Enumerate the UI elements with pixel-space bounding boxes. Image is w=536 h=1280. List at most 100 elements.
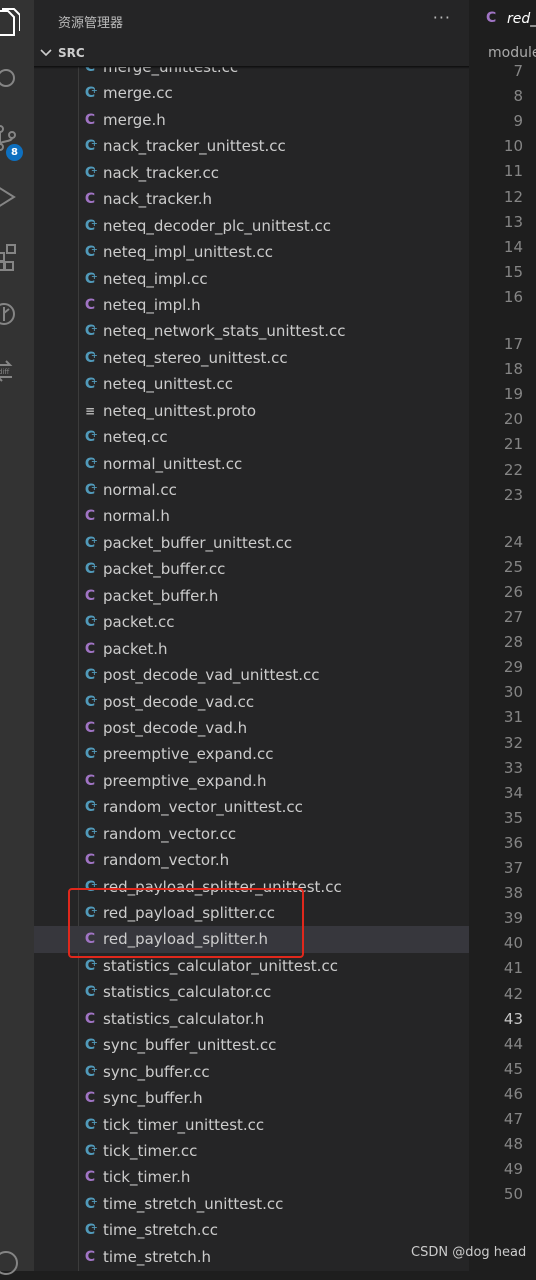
activity-bar: 8 diff [0,0,34,1275]
c-header-file-icon: C [84,296,96,313]
file-tree-item[interactable]: C + tick_timer.cc [34,1138,469,1164]
line-number: 18 [503,360,523,379]
file-tree-item[interactable]: C + sync_buffer.cc [34,1059,469,1085]
cpp-file-icon: C+ [84,244,98,261]
cpp-file-icon: C+ [84,825,98,842]
file-name: time_stretch.h [103,1247,212,1266]
file-tree-item[interactable]: C + neteq_impl_unittest.cc [34,239,469,265]
remote-icon[interactable]: diff [0,352,34,392]
files-icon[interactable] [0,2,34,42]
file-name: time_stretch_unittest.cc [103,1194,284,1213]
file-tree-item[interactable]: C + random_vector.cc [34,821,469,847]
file-tree-item[interactable]: C + nack_tracker.cc [34,160,469,186]
breadcrumb[interactable]: module [488,45,536,61]
c-header-file-icon: C [84,1010,96,1027]
file-name: neteq_impl.cc [103,269,208,288]
file-tree-item[interactable]: Cstatistics_calculator.h [34,1006,469,1032]
git-graph-icon[interactable] [0,294,34,334]
file-tree-item[interactable]: C + normal_unittest.cc [34,451,469,477]
file-tree-item[interactable]: Cnormal.h [34,503,469,529]
file-tree-item[interactable]: C + neteq_unittest.cc [34,371,469,397]
file-tree-item[interactable]: C + post_decode_vad.cc [34,689,469,715]
file-name: neteq_unittest.proto [103,401,257,420]
folder-name: SRC [58,46,85,60]
c-header-file-icon: C [486,10,497,26]
search-icon[interactable] [0,60,34,100]
file-tree-item[interactable]: C + sync_buffer_unittest.cc [34,1032,469,1058]
line-number: 12 [503,187,523,206]
file-name: time_stretch.cc [103,1221,219,1240]
line-number: 9 [513,112,523,131]
file-name: statistics_calculator.cc [103,983,272,1002]
file-tree-item[interactable]: C + post_decode_vad_unittest.cc [34,662,469,688]
file-tree-item[interactable]: C + neteq.cc [34,424,469,450]
file-tree-item[interactable]: Csync_buffer.h [34,1085,469,1111]
file-tree-item[interactable]: C + packet.cc [34,609,469,635]
tab-label: red_ [507,11,536,27]
file-name: neteq_stereo_unittest.cc [103,348,288,367]
file-name: packet_buffer_unittest.cc [103,533,293,552]
file-tree-item[interactable]: C + neteq_network_stats_unittest.cc [34,318,469,344]
file-tree-item[interactable]: Cmerge.h [34,107,469,133]
account-icon[interactable] [0,1240,34,1280]
file-name: preemptive_expand.h [103,771,267,790]
line-number: 46 [503,1084,523,1103]
file-tree[interactable]: C+merge_unittest.cc C+ merge.cc Cmerge.h C+ n… [34,67,469,1271]
cpp-file-icon: C+ [84,746,98,763]
line-number: 26 [503,582,523,601]
line-number: 23 [503,485,523,504]
file-tree-item[interactable]: Cnack_tracker.h [34,186,469,212]
file-name: packet.cc [103,613,175,632]
line-number: 44 [503,1034,523,1053]
line-number: 30 [503,683,523,702]
file-tree-item[interactable]: C + normal.cc [34,477,469,503]
editor-tab[interactable]: C red_ [469,0,536,40]
file-tree-item[interactable]: Cpreemptive_expand.h [34,768,469,794]
c-header-file-icon: C [84,1248,96,1265]
file-tree-item[interactable]: C + packet_buffer_unittest.cc [34,530,469,556]
file-name: random_vector.h [103,851,230,870]
file-tree-item[interactable]: Crandom_vector.h [34,847,469,873]
c-header-file-icon: C [84,772,96,789]
file-tree-item[interactable]: Cpacket.h [34,636,469,662]
cpp-file-icon: C+ [84,323,98,340]
line-number: 45 [503,1059,523,1078]
file-tree-item[interactable]: C + nack_tracker_unittest.cc [34,133,469,159]
file-tree-item[interactable]: C + neteq_decoder_plc_unittest.cc [34,213,469,239]
line-number: 20 [503,410,523,429]
file-tree-item[interactable]: C + time_stretch.cc [34,1217,469,1243]
file-tree-item[interactable]: C + neteq_impl.cc [34,266,469,292]
run-debug-icon[interactable] [0,178,34,218]
cpp-file-icon: C+ [84,1142,98,1159]
more-actions-icon[interactable]: ··· [433,8,451,27]
file-tree-item[interactable]: Cpost_decode_vad.h [34,715,469,741]
cpp-file-icon: C+ [84,1222,98,1239]
c-header-file-icon: C [84,191,96,208]
cpp-file-icon: C+ [84,217,98,234]
cpp-file-icon: C+ [84,138,98,155]
file-tree-item[interactable]: C + neteq_stereo_unittest.cc [34,345,469,371]
file-tree-item[interactable]: C + random_vector_unittest.cc [34,794,469,820]
file-tree-item[interactable]: C + preemptive_expand.cc [34,741,469,767]
file-tree-item[interactable]: C+merge_unittest.cc [34,67,469,80]
cpp-file-icon: C+ [84,429,98,446]
file-tree-item[interactable]: C + time_stretch_unittest.cc [34,1191,469,1217]
file-tree-item[interactable]: C + tick_timer_unittest.cc [34,1112,469,1138]
file-tree-item[interactable]: C + merge.cc [34,80,469,106]
file-name: packet_buffer.cc [103,560,226,579]
line-number: 31 [503,708,523,727]
cpp-file-icon: C+ [84,164,98,181]
line-number: 17 [503,335,523,353]
folder-section-header[interactable]: SRC [34,42,469,66]
explorer-header: 资源管理器 ··· [34,0,469,40]
file-tree-item[interactable]: Cneteq_impl.h [34,292,469,318]
extensions-icon[interactable] [0,236,34,276]
file-tree-item[interactable]: Cpacket_buffer.h [34,583,469,609]
file-tree-item[interactable]: C + packet_buffer.cc [34,556,469,582]
file-tree-item[interactable]: Ctime_stretch.h [34,1244,469,1270]
file-tree-item[interactable]: ≡ neteq_unittest.proto [34,398,469,424]
cpp-file-icon: C+ [84,270,98,287]
chevron-down-icon [40,45,52,64]
file-tree-item[interactable]: Ctick_timer.h [34,1164,469,1190]
file-tree-item[interactable]: C + statistics_calculator.cc [34,979,469,1005]
